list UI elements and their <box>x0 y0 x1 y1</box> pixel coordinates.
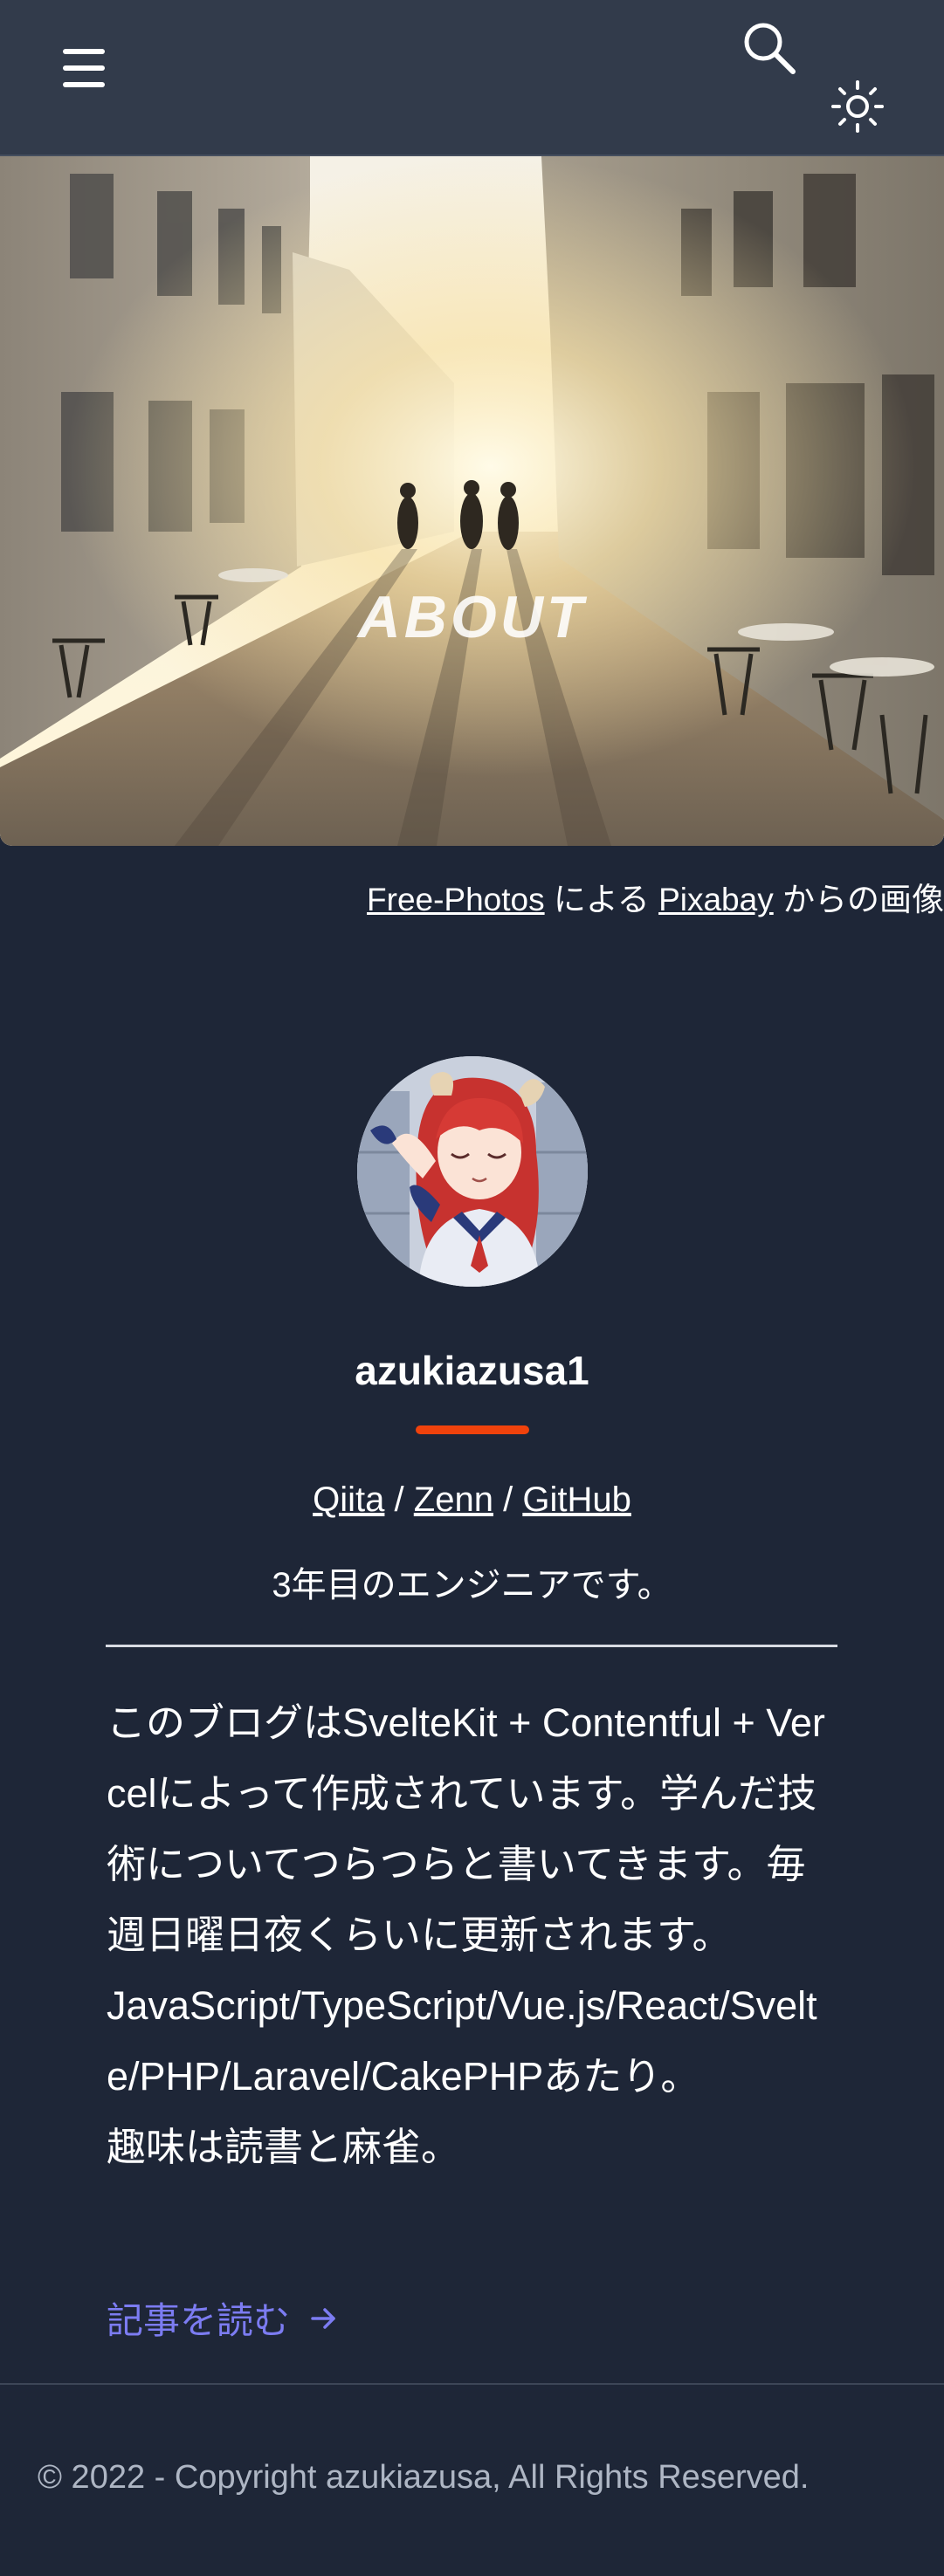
photo-author-link[interactable]: Free-Photos <box>367 882 545 917</box>
credit-suffix-text: からの画像 <box>782 882 944 917</box>
qiita-link[interactable]: Qiita <box>313 1480 384 1519</box>
read-articles-link[interactable]: 記事を読む <box>107 2291 339 2345</box>
username-accent-bar <box>416 1425 529 1434</box>
hero-banner: ABOUT <box>0 156 944 846</box>
pixabay-link[interactable]: Pixabay <box>658 882 774 917</box>
credit-by-text: による <box>553 882 650 917</box>
hamburger-line <box>63 82 105 87</box>
top-app-bar <box>0 0 944 156</box>
bio-paragraph: 趣味は読書と麻雀。 <box>107 2125 461 2169</box>
bio-paragraph: このブログはSvelteKit + Contentful + Vercelによっ… <box>107 1700 825 1957</box>
copyright-text: © 2022 - Copyright azukiazusa, All Right… <box>38 2459 810 2496</box>
menu-button[interactable] <box>63 49 108 89</box>
profile-username: azukiazusa1 <box>355 1348 589 1393</box>
bio-paragraph: JavaScript/TypeScript/Vue.js/React/Svelt… <box>107 1983 817 2099</box>
search-button[interactable] <box>741 19 798 77</box>
read-articles-label: 記事を読む <box>107 2300 291 2341</box>
arrow-right-icon <box>311 2307 335 2329</box>
hamburger-menu-icon <box>63 49 105 54</box>
short-bio: 3年目のエンジニアです。 <box>272 1566 672 1604</box>
hero-street-image <box>0 156 944 846</box>
theme-toggle-button[interactable] <box>830 79 885 134</box>
github-link[interactable]: GitHub <box>522 1480 631 1519</box>
link-separator: / <box>394 1480 404 1519</box>
sun-icon <box>831 80 884 133</box>
hamburger-line <box>63 65 105 71</box>
hero-title: ABOUT <box>357 584 587 650</box>
search-icon <box>744 23 796 74</box>
avatar <box>357 1056 588 1287</box>
zenn-link[interactable]: Zenn <box>414 1480 493 1519</box>
section-divider <box>106 1645 837 1647</box>
long-bio: このブログはSvelteKit + Contentful + Vercelによっ… <box>107 1687 840 2182</box>
link-separator: / <box>503 1480 513 1519</box>
image-credit: Free-Photos による Pixabay からの画像 <box>0 873 944 920</box>
profile-links: Qiita / Zenn / GitHub <box>0 1480 944 1520</box>
avatar-illustration <box>357 1056 588 1287</box>
